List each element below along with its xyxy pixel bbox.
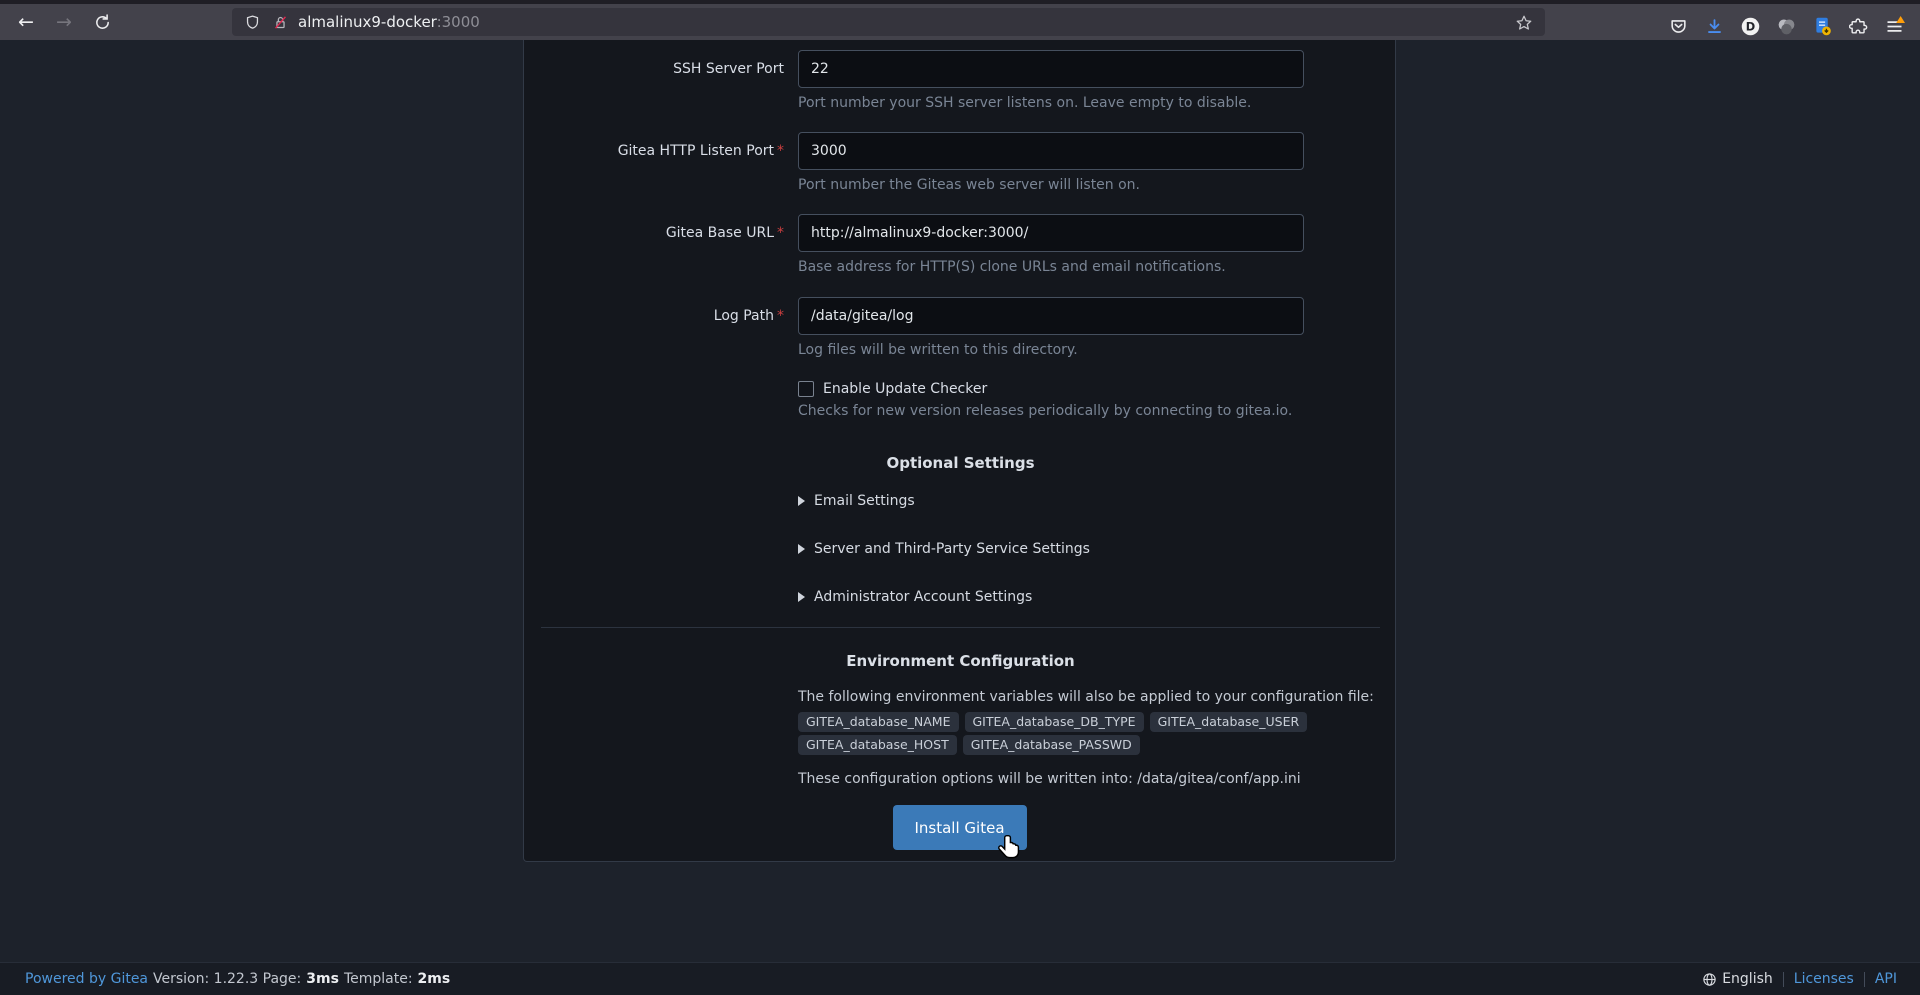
template-ms: 2ms (418, 971, 451, 987)
template-text: Template: (344, 971, 413, 987)
update-checker-label[interactable]: Enable Update Checker (823, 381, 987, 397)
gitea-install-page: SSH Server Port* Port number your SSH se… (0, 40, 1920, 995)
ssh-server-port-input[interactable] (798, 50, 1304, 88)
collapsible-admin-settings[interactable]: Administrator Account Settings (798, 589, 1032, 605)
url-port: :3000 (437, 13, 480, 31)
update-checker-row: Enable Update Checker (798, 381, 987, 397)
menu-hamburger-icon[interactable] (1876, 10, 1912, 42)
reload-icon[interactable] (88, 8, 116, 36)
env-config-heading: Environment Configuration (524, 652, 1397, 670)
url-text: almalinux9-docker:3000 (298, 13, 480, 31)
env-var-chips: GITEA_database_NAME GITEA_database_DB_TY… (798, 712, 1338, 755)
svg-text:D: D (1745, 19, 1754, 33)
field-help: Base address for HTTP(S) clone URLs and … (798, 258, 1226, 276)
url-bar[interactable]: almalinux9-docker:3000 (232, 8, 1545, 36)
collapsible-server-settings[interactable]: Server and Third-Party Service Settings (798, 541, 1090, 557)
insecure-lock-icon[interactable] (266, 8, 294, 36)
darkreader-extension-icon[interactable]: D (1732, 10, 1768, 42)
bookmark-star-icon[interactable] (1511, 10, 1537, 36)
base-url-input[interactable] (798, 214, 1304, 252)
env-var-chip: GITEA_database_NAME (798, 712, 959, 732)
collapse-arrow-icon (798, 592, 805, 602)
field-label: Gitea HTTP Listen Port* (541, 132, 784, 170)
env-intro-text: The following environment variables will… (798, 688, 1378, 706)
env-var-chip: GITEA_database_USER (1150, 712, 1308, 732)
footer-separator (1864, 972, 1865, 987)
footer-separator (1783, 972, 1784, 987)
env-var-chip: GITEA_database_HOST (798, 735, 957, 755)
env-var-chip: GITEA_database_PASSWD (963, 735, 1140, 755)
field-label: SSH Server Port* (541, 50, 784, 88)
download-helper-extension-icon[interactable] (1804, 10, 1840, 42)
http-listen-port-input[interactable] (798, 132, 1304, 170)
field-help: Port number your SSH server listens on. … (798, 94, 1251, 112)
install-gitea-button[interactable]: Install Gitea (892, 805, 1026, 850)
field-label: Gitea Base URL* (541, 214, 784, 252)
version-text: Version: 1.22.3 Page: (153, 971, 301, 987)
browser-toolbar: ← → almalinux9-docker:3000 (0, 4, 1920, 40)
page-footer: Powered by Gitea Version: 1.22.3 Page: 3… (0, 962, 1920, 995)
field-help: Log files will be written to this direct… (798, 341, 1078, 359)
collapsible-email-settings[interactable]: Email Settings (798, 493, 915, 509)
tracking-shield-icon[interactable] (238, 8, 266, 36)
env-outro-text: These configuration options will be writ… (798, 770, 1378, 788)
pocket-icon[interactable] (1660, 10, 1696, 42)
field-label: Log Path* (541, 297, 784, 335)
containers-extension-icon[interactable] (1768, 10, 1804, 42)
back-button[interactable]: ← (12, 8, 40, 36)
licenses-link[interactable]: Licenses (1794, 971, 1854, 987)
downloads-icon[interactable] (1696, 10, 1732, 42)
globe-icon (1702, 972, 1717, 987)
api-link[interactable]: API (1875, 971, 1897, 987)
extensions-puzzle-icon[interactable] (1840, 10, 1876, 42)
forward-button: → (50, 8, 78, 36)
install-form-panel: SSH Server Port* Port number your SSH se… (523, 40, 1396, 862)
powered-by-gitea-link[interactable]: Powered by Gitea (25, 971, 148, 987)
update-checker-help: Checks for new version releases periodic… (798, 402, 1292, 420)
language-selector[interactable]: English (1702, 971, 1773, 987)
section-divider (541, 627, 1380, 628)
collapse-arrow-icon (798, 544, 805, 554)
optional-settings-heading: Optional Settings (524, 454, 1397, 472)
field-help: Port number the Giteas web server will l… (798, 176, 1140, 194)
collapse-arrow-icon (798, 496, 805, 506)
env-var-chip: GITEA_database_DB_TYPE (965, 712, 1144, 732)
update-checker-checkbox[interactable] (798, 381, 814, 397)
page-ms: 3ms (306, 971, 339, 987)
log-path-input[interactable] (798, 297, 1304, 335)
